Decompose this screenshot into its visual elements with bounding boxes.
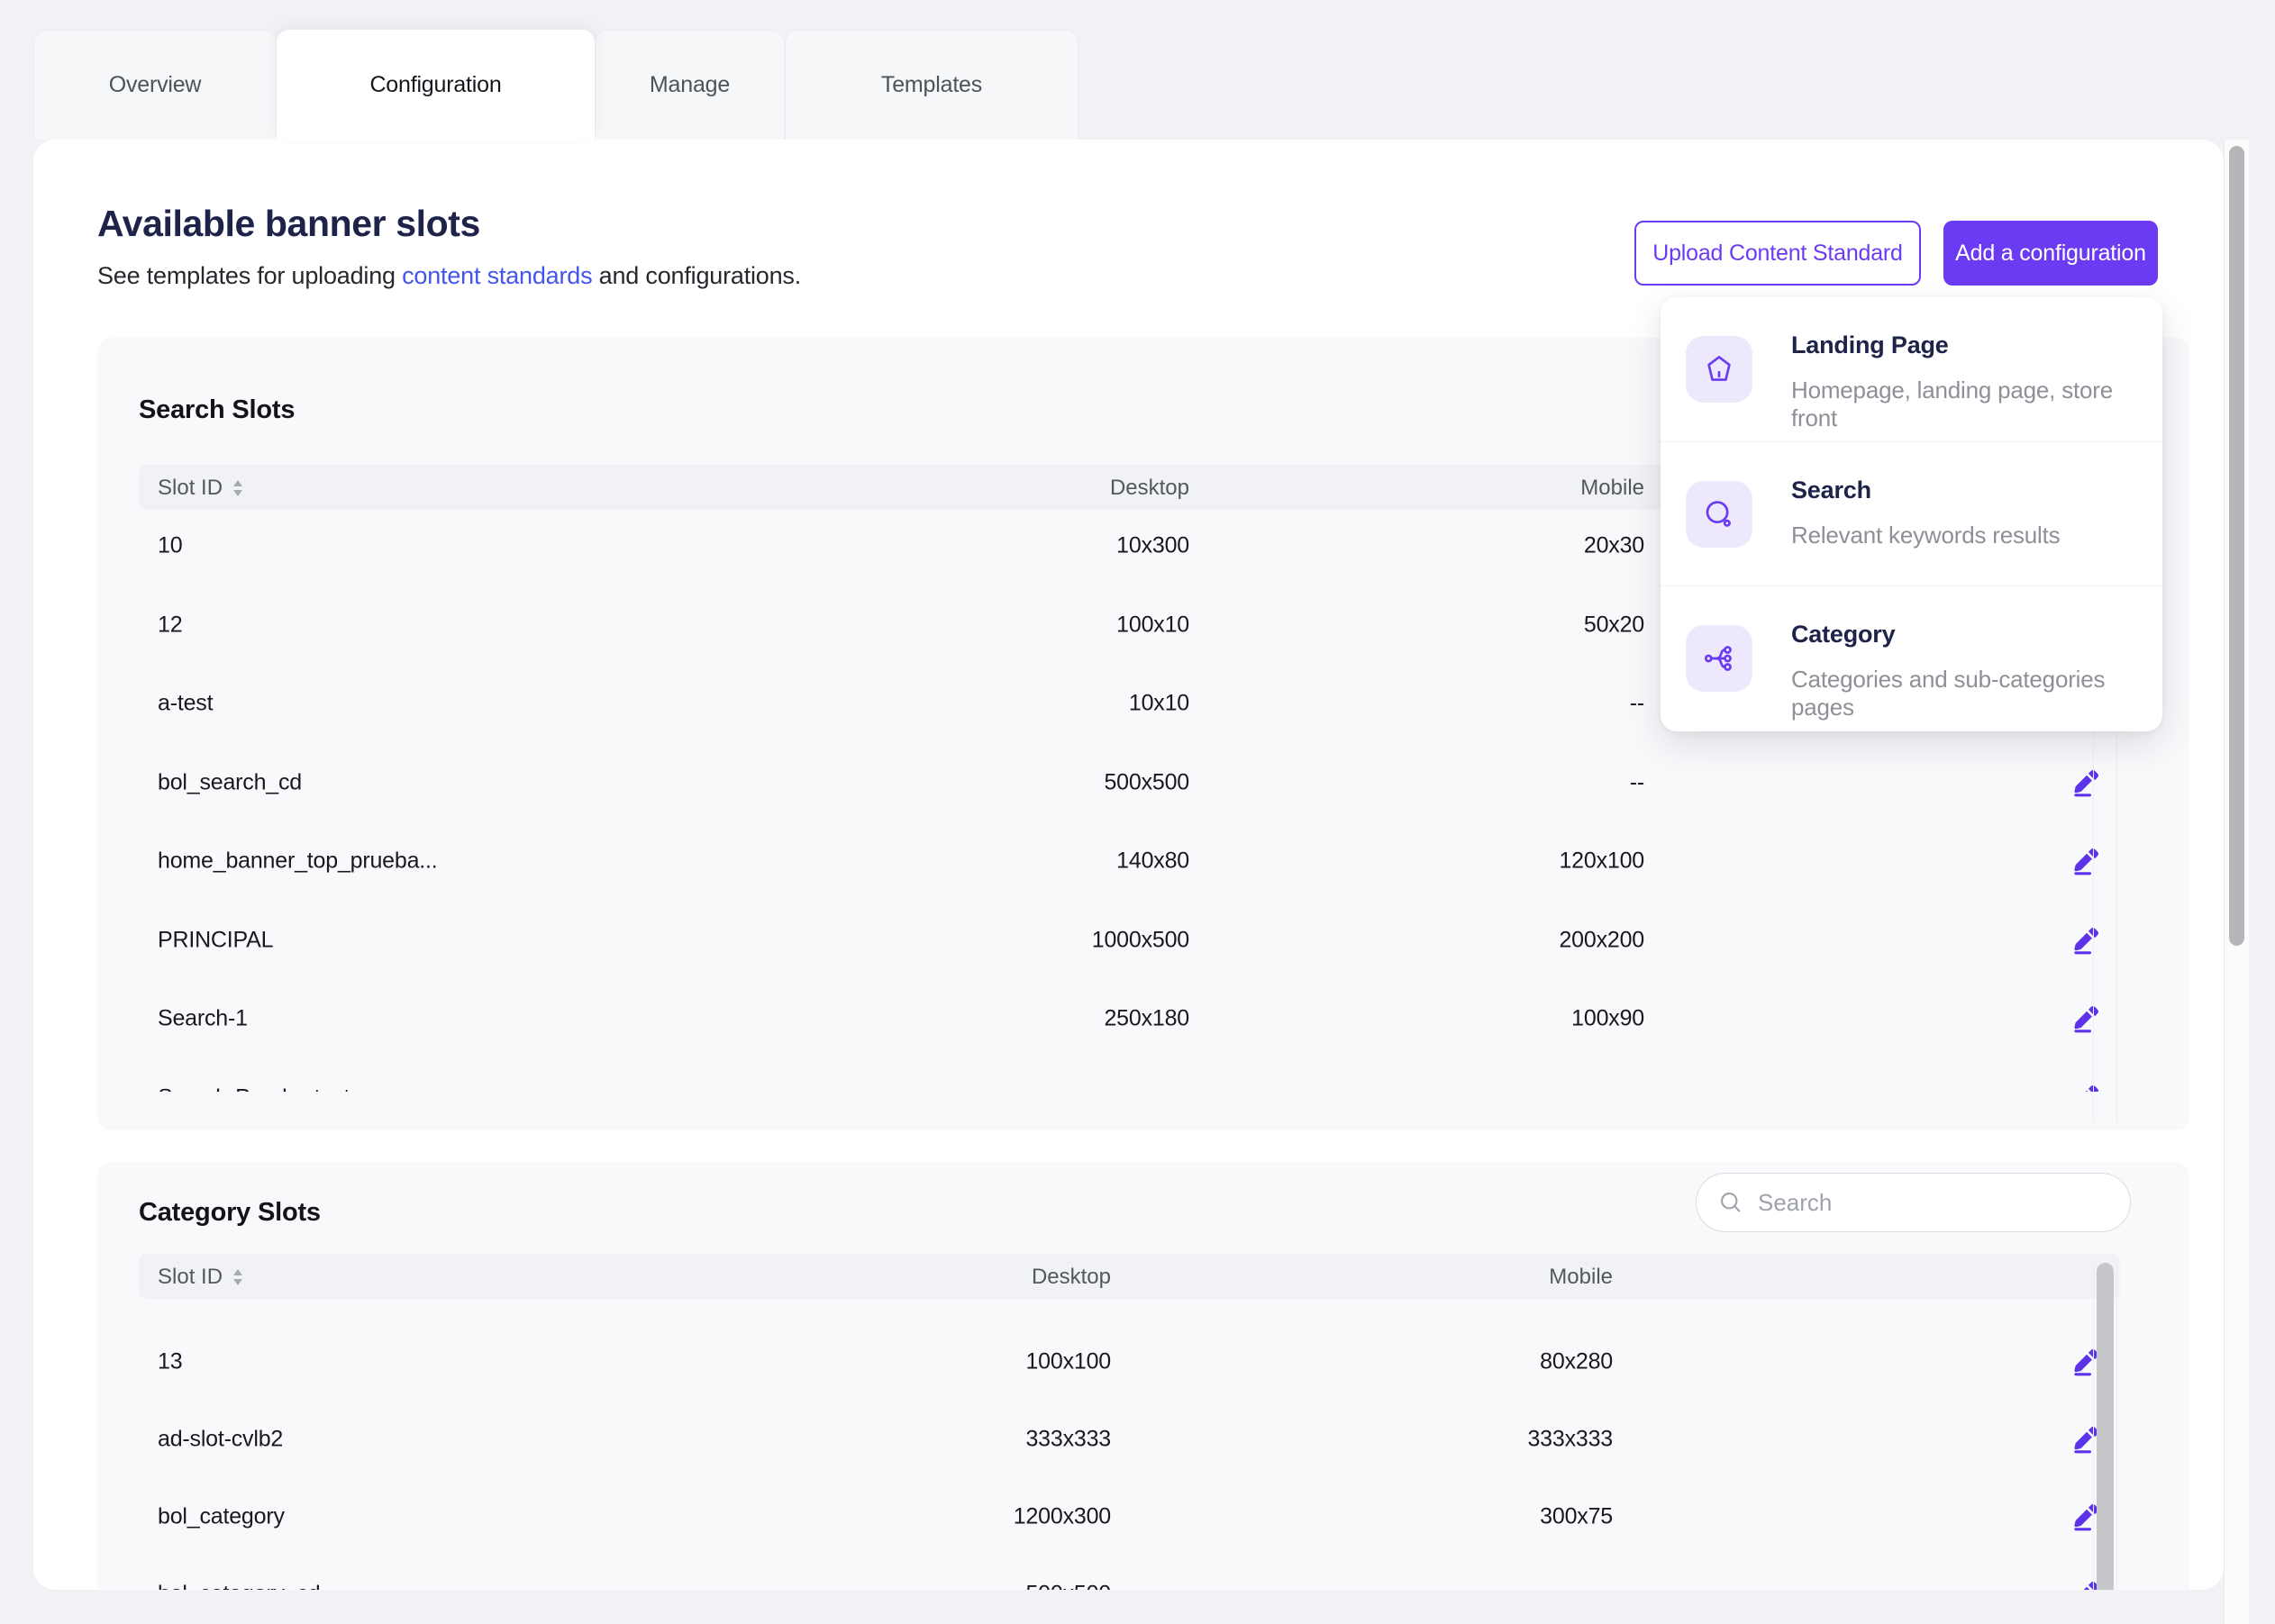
tab-manage[interactable]: Manage [595, 30, 785, 140]
menu-item-description: Homepage, landing page, store front [1791, 377, 2162, 432]
search-icon [1718, 1190, 1743, 1215]
desktop-size: 10x300 [1116, 533, 1189, 559]
main-content: Available banner slots See templates for… [33, 140, 2224, 1590]
slot-id: Search-Prueba-test [158, 1085, 350, 1093]
desktop-size: 333x333 [1025, 1427, 1111, 1453]
content-standards-link[interactable]: content standards [402, 262, 592, 289]
table-row: Search-1 250x180 100x90 [139, 979, 2120, 1058]
menu-item-search[interactable]: Search Relevant keywords results [1661, 441, 2162, 585]
category-search[interactable] [1696, 1173, 2131, 1232]
menu-item-description: Categories and sub-categories pages [1791, 666, 2162, 721]
slot-id: bol_search_cd [158, 770, 302, 796]
add-configuration-button[interactable]: Add a configuration [1943, 221, 2158, 286]
slot-id: bol_category_cd [158, 1582, 320, 1591]
slot-id: 10 [158, 533, 182, 559]
menu-item-title: Category [1791, 621, 1895, 649]
category-slots-table-header: Slot ID Desktop Mobile [139, 1254, 2120, 1299]
slot-id: ad-slot-cvlb2 [158, 1427, 283, 1453]
desktop-size: 500x500 [1104, 770, 1189, 796]
menu-item-category[interactable]: Category Categories and sub-categories p… [1661, 585, 2162, 730]
mobile-size: 200x200 [1559, 928, 1644, 954]
page-scrollbar-thumb[interactable] [2229, 146, 2244, 946]
mobile-size: 20x30 [1584, 533, 1644, 559]
column-mobile: Mobile [139, 476, 1644, 501]
mobile-size: 300x75 [1540, 1504, 1613, 1530]
tab-overview[interactable]: Overview [33, 30, 277, 140]
subtitle-text-suffix: and configurations. [592, 262, 801, 289]
desktop-size: 500x500 [1025, 1582, 1111, 1591]
mobile-size: -- [1630, 770, 1644, 796]
subtitle-text: See templates for uploading [97, 262, 402, 289]
table-row: 13 100x100 80x280 [139, 1322, 2120, 1402]
page-subtitle: See templates for uploading content stan… [97, 262, 801, 290]
page-title: Available banner slots [97, 203, 480, 245]
slot-id: Search-1 [158, 1006, 248, 1032]
desktop-size: 10x10 [1129, 691, 1189, 717]
slot-id: 12 [158, 612, 182, 639]
mobile-size: 333x333 [1527, 1427, 1613, 1453]
mobile-size: 100x90 [1571, 1006, 1644, 1032]
mobile-size: 50x20 [1584, 612, 1644, 639]
desktop-size: 1200x300 [1014, 1504, 1111, 1530]
column-mobile: Mobile [139, 1265, 1613, 1290]
category-slots-card: Category Slots Slot ID Desktop Mobile 13… [97, 1162, 2189, 1590]
menu-item-title: Landing Page [1791, 331, 1949, 359]
table-row: bol_category 1200x300 300x75 [139, 1477, 2120, 1556]
mobile-size: -- [1630, 691, 1644, 717]
menu-item-description: Relevant keywords results [1791, 522, 2060, 549]
slot-id: PRINCIPAL [158, 928, 273, 954]
desktop-size: 100x10 [1116, 612, 1189, 639]
mobile-size: 120x100 [1559, 848, 1644, 875]
category-search-input[interactable] [1756, 1188, 2102, 1218]
table-row: PRINCIPAL 1000x500 200x200 [139, 901, 2120, 980]
page: Overview Configuration Manage Templates … [0, 0, 2275, 1624]
desktop-size: 250x180 [1104, 1006, 1189, 1032]
slot-id: home_banner_top_prueba... [158, 848, 438, 875]
upload-content-standard-button[interactable]: Upload Content Standard [1634, 221, 1921, 286]
table-row: home_banner_top_prueba... 140x80 120x100 [139, 821, 2120, 901]
category-slots-title: Category Slots [139, 1198, 321, 1228]
slot-id: a-test [158, 691, 213, 717]
table-row-clipped: Search-Prueba-test [139, 1058, 2120, 1092]
table-row: bol_search_cd 500x500 -- [139, 743, 2120, 822]
mobile-size: 80x280 [1540, 1349, 1613, 1375]
tab-configuration[interactable]: Configuration [277, 30, 595, 141]
desktop-size: 1000x500 [1092, 928, 1189, 954]
home-icon [1686, 336, 1752, 403]
search-icon [1686, 481, 1752, 548]
category-tree-icon [1686, 625, 1752, 692]
add-configuration-menu: Landing Page Homepage, landing page, sto… [1661, 297, 2162, 731]
table-scrollbar-thumb[interactable] [2097, 1263, 2114, 1590]
slot-id: bol_category [158, 1504, 285, 1530]
search-slots-title: Search Slots [139, 395, 295, 425]
menu-item-landing-page[interactable]: Landing Page Homepage, landing page, sto… [1661, 297, 2162, 441]
desktop-size: 100x100 [1025, 1349, 1111, 1375]
menu-item-title: Search [1791, 476, 1871, 504]
slot-id: 13 [158, 1349, 182, 1375]
tab-templates[interactable]: Templates [785, 30, 1078, 140]
table-row-clipped: bol_category_cd 500x500 [139, 1555, 2120, 1590]
desktop-size: 140x80 [1116, 848, 1189, 875]
table-row: ad-slot-cvlb2 333x333 333x333 [139, 1400, 2120, 1479]
